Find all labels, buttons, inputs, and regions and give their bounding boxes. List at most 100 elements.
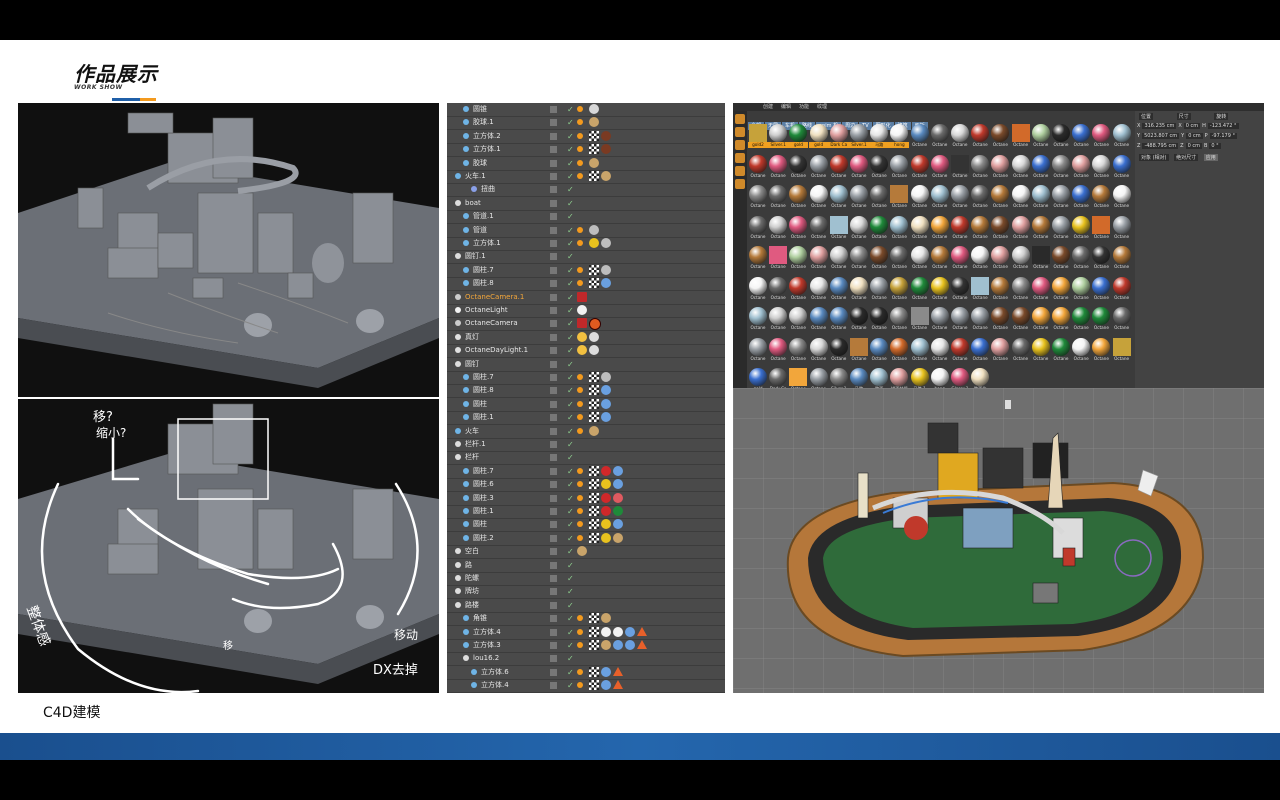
visibility-toggle[interactable] [550, 374, 557, 381]
material-tag-icon[interactable] [577, 615, 583, 622]
enable-check-icon[interactable]: ✓ [567, 291, 574, 304]
material-tag-icon[interactable] [601, 130, 611, 141]
visibility-toggle[interactable] [550, 534, 557, 542]
material-thumbnail[interactable]: Octane [849, 276, 869, 302]
material-thumbnail[interactable]: Octane [1071, 337, 1091, 363]
material-thumbnail[interactable]: Octane [1051, 276, 1071, 302]
object-row[interactable]: 陀螺 ✓ [447, 572, 725, 586]
object-row[interactable]: 立方体.6 ✓ [447, 666, 725, 680]
coord-z-rot[interactable]: 0 ° [1209, 143, 1221, 149]
material-thumbnail[interactable]: Octane [950, 154, 970, 180]
object-row[interactable]: 圆锥 ✓ [447, 103, 725, 117]
material-thumbnail[interactable]: Octane [869, 184, 889, 210]
material-thumbnail[interactable]: Octane [1071, 245, 1091, 271]
visibility-toggle[interactable] [550, 266, 557, 274]
visibility-toggle[interactable] [550, 253, 557, 261]
enable-check-icon[interactable]: ✓ [567, 626, 574, 639]
phong-tag-icon[interactable] [637, 640, 647, 649]
material-thumbnail[interactable]: Octane [1112, 306, 1132, 332]
material-thumbnail[interactable]: Octane [1031, 184, 1051, 210]
visibility-toggle[interactable] [550, 320, 557, 328]
material-tag-icon[interactable] [577, 119, 583, 126]
enable-check-icon[interactable]: ✓ [567, 344, 574, 357]
material-thumbnail[interactable]: Octane [1112, 215, 1132, 241]
uvw-tag-icon[interactable] [589, 680, 599, 691]
enable-check-icon[interactable]: ✓ [567, 612, 574, 625]
visibility-toggle[interactable] [550, 642, 557, 649]
object-row[interactable]: 圆钉 ✓ [447, 358, 725, 372]
enable-check-icon[interactable]: ✓ [567, 465, 574, 478]
material-thumbnail[interactable]: Octane [1051, 245, 1071, 271]
material-thumbnail[interactable]: Octane [950, 245, 970, 271]
material-thumbnail[interactable]: Octane [1011, 306, 1031, 332]
material-thumbnail[interactable]: Octane [869, 306, 889, 332]
object-row[interactable]: 圆柱.7 ✓ [447, 371, 725, 385]
object-row[interactable]: 圆钉.1 ✓ [447, 250, 725, 265]
material-thumbnail[interactable]: Silver.1 [849, 123, 869, 149]
material-thumbnail[interactable]: Octane [910, 276, 930, 302]
material-tag-icon[interactable] [577, 534, 583, 541]
uvw-tag-icon[interactable] [589, 492, 599, 503]
material-thumbnail[interactable]: Octane [1112, 184, 1132, 210]
enable-check-icon[interactable]: ✓ [567, 143, 574, 156]
material-tag-icon[interactable] [601, 506, 611, 516]
uvw-tag-icon[interactable] [589, 171, 599, 181]
material-thumbnail[interactable]: Octane [1091, 154, 1111, 180]
visibility-toggle[interactable] [550, 494, 557, 502]
uvw-tag-icon[interactable] [589, 519, 599, 530]
enable-check-icon[interactable]: ✓ [567, 317, 574, 330]
material-thumbnail[interactable]: Octane [849, 184, 869, 210]
visibility-toggle[interactable] [550, 213, 557, 221]
object-row[interactable]: OctaneLight ✓ [447, 304, 725, 318]
material-tag-icon[interactable] [577, 146, 583, 153]
coord-y-size[interactable]: 0 cm [1186, 133, 1203, 139]
material-tag-icon[interactable] [613, 492, 623, 503]
material-menu-item[interactable]: 编辑 [781, 104, 791, 110]
material-thumbnail[interactable]: Octane [1031, 154, 1051, 180]
enable-check-icon[interactable]: ✓ [567, 639, 574, 652]
object-row[interactable]: 立方体.1 ✓ [447, 237, 725, 251]
object-row[interactable]: 栏杆 ✓ [447, 451, 725, 466]
object-row[interactable]: OctaneCamera.1 ✓ [447, 291, 725, 305]
material-tag-icon[interactable] [577, 521, 583, 528]
material-thumbnail[interactable]: Octane [869, 276, 889, 302]
camera-tag-icon[interactable] [577, 318, 587, 329]
material-thumbnail[interactable]: Octane [809, 337, 829, 363]
material-thumbnail[interactable]: Octane [1112, 123, 1132, 149]
enable-check-icon[interactable]: ✓ [567, 411, 574, 424]
sun-tag-icon[interactable] [577, 331, 587, 342]
uvw-tag-icon[interactable] [589, 532, 599, 543]
material-thumbnail[interactable]: Octane [950, 123, 970, 149]
material-tag-icon[interactable] [589, 104, 599, 114]
enable-check-icon[interactable]: ✓ [567, 331, 574, 344]
material-thumbnail[interactable]: Octane [990, 184, 1010, 210]
material-thumbnail[interactable]: Octane [809, 154, 829, 180]
material-thumbnail[interactable]: Octane [829, 184, 849, 210]
material-thumbnail[interactable]: Octane [869, 215, 889, 241]
visibility-toggle[interactable] [550, 467, 557, 475]
material-thumbnail[interactable]: Octane [970, 306, 990, 332]
material-thumbnail[interactable]: Octane [950, 184, 970, 210]
uvw-tag-icon[interactable] [589, 626, 599, 637]
material-thumbnail[interactable]: Octane [809, 276, 829, 302]
object-row[interactable]: 扭曲 ✓ [447, 183, 725, 198]
visibility-toggle[interactable] [550, 441, 557, 448]
material-tag-icon[interactable] [601, 398, 611, 409]
material-tag-icon[interactable] [577, 481, 583, 488]
visibility-toggle[interactable] [550, 226, 557, 234]
material-thumbnail[interactable]: Octane [1091, 184, 1111, 210]
material-thumbnail[interactable]: Octane [829, 215, 849, 241]
enable-check-icon[interactable]: ✓ [567, 492, 574, 505]
material-tag-icon[interactable] [601, 640, 611, 650]
material-tag-icon[interactable] [577, 240, 583, 246]
object-row[interactable]: OctaneDayLight.1 ✓ [447, 344, 725, 359]
material-tag-icon[interactable] [577, 159, 583, 166]
material-thumbnail[interactable]: Octane [849, 215, 869, 241]
enable-check-icon[interactable]: ✓ [567, 116, 574, 129]
enable-check-icon[interactable]: ✓ [567, 371, 574, 384]
object-row[interactable]: 立方体.4 ✓ [447, 626, 725, 640]
visibility-toggle[interactable] [550, 132, 557, 140]
material-thumbnail[interactable]: Octane [1091, 215, 1111, 241]
object-row[interactable]: 栏杆.1 ✓ [447, 438, 725, 452]
uvw-tag-icon[interactable] [589, 398, 599, 409]
